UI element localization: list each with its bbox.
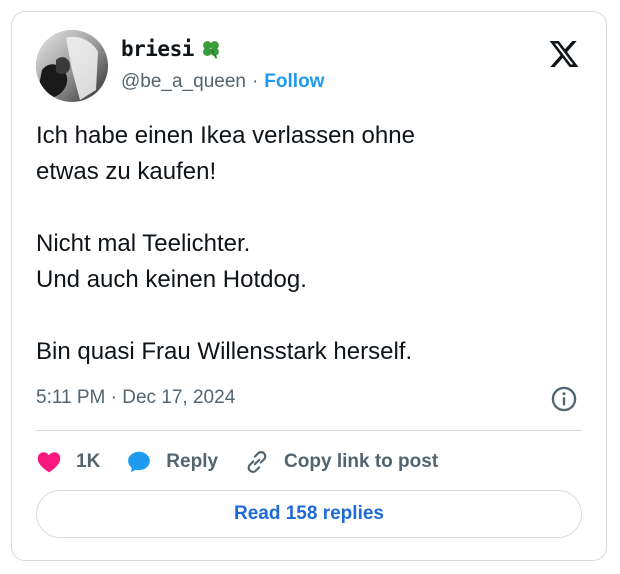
follow-button[interactable]: Follow	[264, 71, 324, 93]
copy-link-label: Copy link to post	[284, 451, 439, 472]
copy-link-button[interactable]: Copy link to post	[244, 449, 438, 475]
like-button[interactable]: 1K	[36, 449, 100, 475]
tweet-line: Nicht mal Teelichter.	[36, 230, 251, 257]
tweet-line: Und auch keinen Hotdog.	[36, 266, 307, 293]
author-display-name[interactable]: briesi	[121, 37, 194, 61]
like-count: 1K	[76, 451, 101, 472]
reply-label: Reply	[166, 451, 219, 472]
author-name-row: briesi	[121, 37, 222, 61]
tweet-line: Ich habe einen Ikea verlassen ohne	[36, 122, 415, 149]
link-icon	[247, 451, 267, 473]
read-replies-button[interactable]: Read 158 replies	[36, 490, 582, 538]
tweet-line: etwas zu kaufen!	[36, 158, 217, 185]
four-leaf-clover-icon	[202, 41, 219, 59]
x-logo-icon[interactable]	[548, 38, 580, 70]
speech-bubble-icon	[128, 451, 151, 473]
avatar-image	[36, 30, 108, 102]
action-bar: 1K Reply Copy link to post	[36, 444, 464, 480]
avatar[interactable]	[36, 30, 108, 102]
tweet-line: Bin quasi Frau Willensstark herself.	[36, 338, 413, 365]
separator-dot: ·	[251, 71, 259, 92]
info-icon[interactable]	[550, 385, 578, 413]
divider	[36, 430, 582, 431]
tweet-card: briesi @be_a_queen · Follow Ich habe ein…	[11, 11, 607, 561]
author-handle-row: @be_a_queen · Follow	[121, 71, 324, 93]
tweet-timestamp[interactable]: 5:11 PM · Dec 17, 2024	[36, 387, 235, 409]
author-handle[interactable]: @be_a_queen	[121, 71, 246, 93]
reply-button[interactable]: Reply	[126, 449, 218, 475]
heart-icon	[37, 452, 61, 473]
tweet-text: Ich habe einen Ikea verlassen ohne etwas…	[36, 118, 586, 370]
